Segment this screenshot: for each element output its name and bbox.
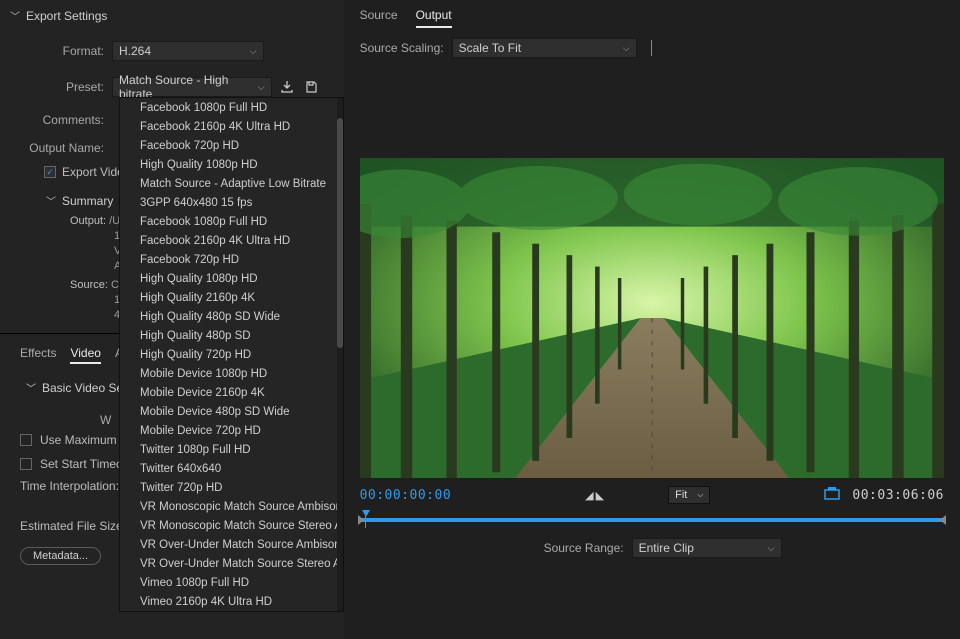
export-video-checkbox[interactable]: Export Video [44, 165, 131, 179]
preset-option[interactable]: High Quality 720p HD [120, 345, 343, 364]
preset-select[interactable]: Match Source - High bitrate ⌵ [112, 77, 272, 97]
preset-option[interactable]: VR Monoscopic Match Source Stereo Audio [120, 516, 343, 535]
preset-option[interactable]: High Quality 1080p HD [120, 269, 343, 288]
preset-option[interactable]: 3GPP 640x480 15 fps [120, 193, 343, 212]
source-range-label: Source Range: [544, 541, 624, 555]
fit-label: Fit [675, 489, 687, 501]
preset-option[interactable]: Mobile Device 2160p 4K [120, 383, 343, 402]
out-handle[interactable] [940, 515, 946, 525]
source-label: Source: [70, 279, 108, 291]
preset-option[interactable]: Facebook 720p HD [120, 136, 343, 155]
checkbox-icon[interactable] [20, 434, 32, 446]
preset-option[interactable]: Match Source - Adaptive Low Bitrate [120, 174, 343, 193]
timeline-track[interactable] [360, 518, 944, 522]
chevron-down-icon: ﹀ [26, 380, 36, 395]
time-interp-label: Time Interpolation: [20, 479, 119, 493]
summary-title: Summary [62, 194, 113, 208]
source-scaling-select[interactable]: Scale To Fit ⌵ [452, 38, 637, 58]
source-range-value: Entire Clip [639, 541, 694, 555]
format-label: Format: [0, 44, 112, 58]
est-label: Estimated File Size: [20, 519, 126, 533]
format-select[interactable]: H.264 ⌵ [112, 41, 264, 61]
preset-option[interactable]: Mobile Device 480p SD Wide [120, 402, 343, 421]
preset-option[interactable]: VR Monoscopic Match Source Ambisonics [120, 497, 343, 516]
chevron-down-icon: ⌵ [768, 543, 775, 554]
text-cursor [651, 40, 652, 56]
preset-option[interactable]: Twitter 1080p Full HD [120, 440, 343, 459]
chevron-down-icon: ⌵ [250, 46, 257, 57]
tab-video[interactable]: Video [70, 346, 100, 364]
source-scaling-label: Source Scaling: [360, 41, 444, 55]
preset-option[interactable]: VR Over-Under Match Source Ambisonics [120, 535, 343, 554]
preset-option[interactable]: Vimeo 1080p Full HD [120, 573, 343, 592]
preset-option[interactable]: High Quality 480p SD [120, 326, 343, 345]
mark-in-icon[interactable]: ◢ [585, 489, 593, 502]
preset-option[interactable]: Facebook 1080p Full HD [120, 212, 343, 231]
preset-option[interactable]: Facebook 2160p 4K Ultra HD [120, 117, 343, 136]
export-settings-title: Export Settings [26, 9, 107, 23]
chevron-down-icon: ﹀ [10, 8, 20, 23]
preset-option[interactable]: High Quality 480p SD Wide [120, 307, 343, 326]
format-value: H.264 [119, 44, 151, 58]
preset-option[interactable]: High Quality 1080p HD [120, 155, 343, 174]
zoom-fit-select[interactable]: Fit ⌵ [668, 486, 710, 504]
preset-option[interactable]: VR Over-Under Match Source Stereo Audio [120, 554, 343, 573]
checkbox-checked-icon [44, 166, 56, 178]
chevron-down-icon: ⌵ [623, 43, 630, 54]
tab-effects[interactable]: Effects [20, 346, 56, 364]
timeline[interactable] [360, 510, 944, 530]
chevron-down-icon: ⌵ [697, 490, 703, 500]
metadata-button[interactable]: Metadata... [20, 547, 101, 565]
preset-option[interactable]: Twitter 720p HD [120, 478, 343, 497]
preset-label: Preset: [0, 80, 112, 94]
tab-source[interactable]: Source [360, 8, 398, 28]
preset-option[interactable]: Mobile Device 720p HD [120, 421, 343, 440]
preset-option[interactable]: High Quality 2160p 4K [120, 288, 343, 307]
timecode-start[interactable]: 00:00:00:00 [360, 488, 452, 503]
timecode-end: 00:03:06:06 [852, 488, 944, 503]
chevron-down-icon: ﹀ [46, 193, 56, 208]
preset-option[interactable]: Facebook 1080p Full HD [120, 98, 343, 117]
preset-option[interactable]: Facebook 2160p 4K Ultra HD [120, 231, 343, 250]
preset-option[interactable]: Mobile Device 1080p HD [120, 364, 343, 383]
mark-out-icon[interactable]: ◣ [596, 489, 604, 502]
preset-option[interactable]: Facebook 720p HD [120, 250, 343, 269]
source-scaling-value: Scale To Fit [459, 41, 521, 55]
comments-label: Comments: [0, 113, 112, 127]
dropdown-scrollbar[interactable] [337, 98, 343, 611]
safe-margins-icon[interactable] [824, 487, 840, 504]
video-preview [360, 158, 944, 478]
checkbox-icon[interactable] [20, 458, 32, 470]
preview-image [360, 158, 944, 478]
save-preset-icon[interactable] [302, 78, 320, 96]
chevron-down-icon: ⌵ [258, 82, 265, 93]
playhead[interactable] [360, 510, 370, 524]
source-range-select[interactable]: Entire Clip ⌵ [632, 538, 782, 558]
export-settings-header[interactable]: ﹀ Export Settings [0, 0, 344, 27]
scrollbar-thumb[interactable] [337, 118, 343, 348]
preset-option[interactable]: Vimeo 2160p 4K Ultra HD [120, 592, 343, 611]
preset-dropdown[interactable]: Facebook 1080p Full HDFacebook 2160p 4K … [119, 97, 344, 612]
output-label: Output: [70, 215, 106, 227]
output-name-label: Output Name: [0, 141, 112, 155]
preset-option[interactable]: Twitter 640x640 [120, 459, 343, 478]
download-preset-icon[interactable] [278, 78, 296, 96]
tab-output[interactable]: Output [416, 8, 452, 28]
